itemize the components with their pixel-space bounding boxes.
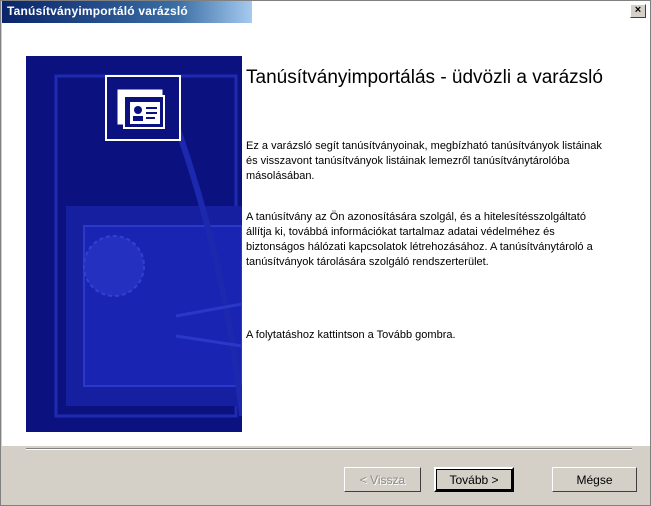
close-icon[interactable]: × [630, 4, 646, 18]
intro-paragraph: Ez a varázsló segít tanúsítványoinak, me… [246, 140, 602, 182]
certificate-card-icon [105, 75, 181, 141]
wizard-window: Tanúsítványimportáló varázsló × Tanúsítv… [0, 0, 651, 506]
title-bar: Tanúsítványimportáló varázsló [2, 1, 252, 23]
continue-hint-paragraph: A folytatáshoz kattintson a Tovább gombr… [246, 329, 456, 341]
cancel-button[interactable]: Mégse [552, 467, 637, 492]
back-button[interactable]: < Vissza [344, 467, 421, 492]
wizard-heading: Tanúsítványimportálás - üdvözli a varázs… [246, 67, 603, 88]
certificate-info-paragraph: A tanúsítvány az Ön azonosítására szolgá… [246, 211, 593, 268]
wizard-art-panel [26, 56, 242, 432]
window-title: Tanúsítványimportáló varázsló [7, 4, 188, 18]
wizard-art [26, 56, 242, 432]
next-button[interactable]: Tovább > [434, 467, 514, 492]
title-bar-extension: × [252, 1, 650, 23]
button-separator [26, 448, 632, 450]
